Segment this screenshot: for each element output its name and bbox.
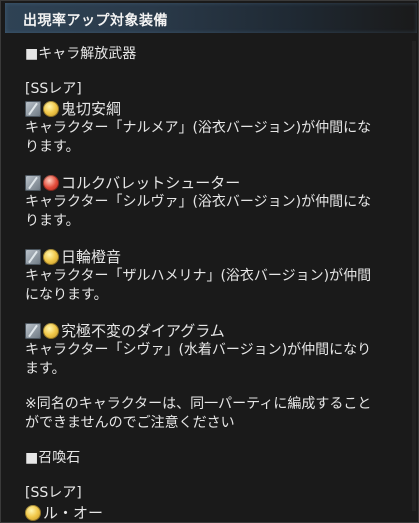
gun-weapon-icon <box>25 175 41 191</box>
weapon-name: コルクバレットシューター <box>61 173 241 192</box>
fire-element-icon <box>43 175 59 191</box>
weapon-item: 究極不変のダイアグラム <box>25 321 410 341</box>
panel-content: ■キャラ解放武器 [SSレア] 鬼切安綱 キャラクター「ナルメア」(浴衣バージョ… <box>25 45 410 523</box>
section-heading: ■召喚石 <box>25 450 81 466</box>
rarity-label: [SSレア] <box>25 485 82 501</box>
light-element-icon <box>43 101 59 117</box>
weapon-description-line-2: になります。 <box>25 287 108 303</box>
rarity-label: [SSレア] <box>25 81 82 97</box>
weapon-item: 日輪橙音 <box>25 247 410 267</box>
weapon-name: 日輪橙音 <box>61 247 122 266</box>
weapon-name: 究極不変のダイアグラム <box>61 321 225 340</box>
weapon-description-line-1: キャラクター「ナルメア」(浴衣バージョン)が仲間にな <box>25 120 372 136</box>
weapon-description-line-1: キャラクター「シヴァ」(水着バージョン)が仲間になり <box>25 342 372 358</box>
note-line-1: ※同名のキャラクターは、同一パーティに編成すること <box>25 396 372 412</box>
panel-header: 出現率アップ対象装備 <box>5 3 417 33</box>
light-element-icon <box>43 323 59 339</box>
weapon-description-line-2: ります。 <box>25 213 80 229</box>
scrollbar[interactable] <box>412 41 416 511</box>
section-summon-stones: ■召喚石 [SSレア] ル・オー <box>25 449 410 523</box>
staff-weapon-icon <box>25 323 41 339</box>
weapon-item: 鬼切安綱 <box>25 99 410 119</box>
panel-title: 出現率アップ対象装備 <box>23 13 168 29</box>
light-element-icon <box>25 505 41 521</box>
summon-item: ル・オー <box>25 503 410 523</box>
weapon-description-line-2: ります。 <box>25 139 80 155</box>
light-element-icon <box>43 249 59 265</box>
note-line-2: ができませんのでご注意ください <box>25 415 235 431</box>
weapon-description-line-1: キャラクター「ザルハメリナ」(浴衣バージョン)が仲間 <box>25 268 372 284</box>
weapon-item: コルクバレットシューター <box>25 173 410 193</box>
sword-weapon-icon <box>25 101 41 117</box>
equipment-panel: 出現率アップ対象装備 ■キャラ解放武器 [SSレア] 鬼切安綱 キャラクター「ナ… <box>0 0 419 523</box>
weapon-description-line-1: キャラクター「シルヴァ」(浴衣バージョン)が仲間にな <box>25 194 372 210</box>
summon-name: ル・オー <box>43 503 104 522</box>
weapon-description-line-2: ます。 <box>25 361 66 377</box>
section-character-unlock-weapons: ■キャラ解放武器 [SSレア] 鬼切安綱 キャラクター「ナルメア」(浴衣バージョ… <box>25 45 410 433</box>
weapon-name: 鬼切安綱 <box>61 99 122 118</box>
instrument-weapon-icon <box>25 249 41 265</box>
section-heading: ■キャラ解放武器 <box>25 46 137 62</box>
